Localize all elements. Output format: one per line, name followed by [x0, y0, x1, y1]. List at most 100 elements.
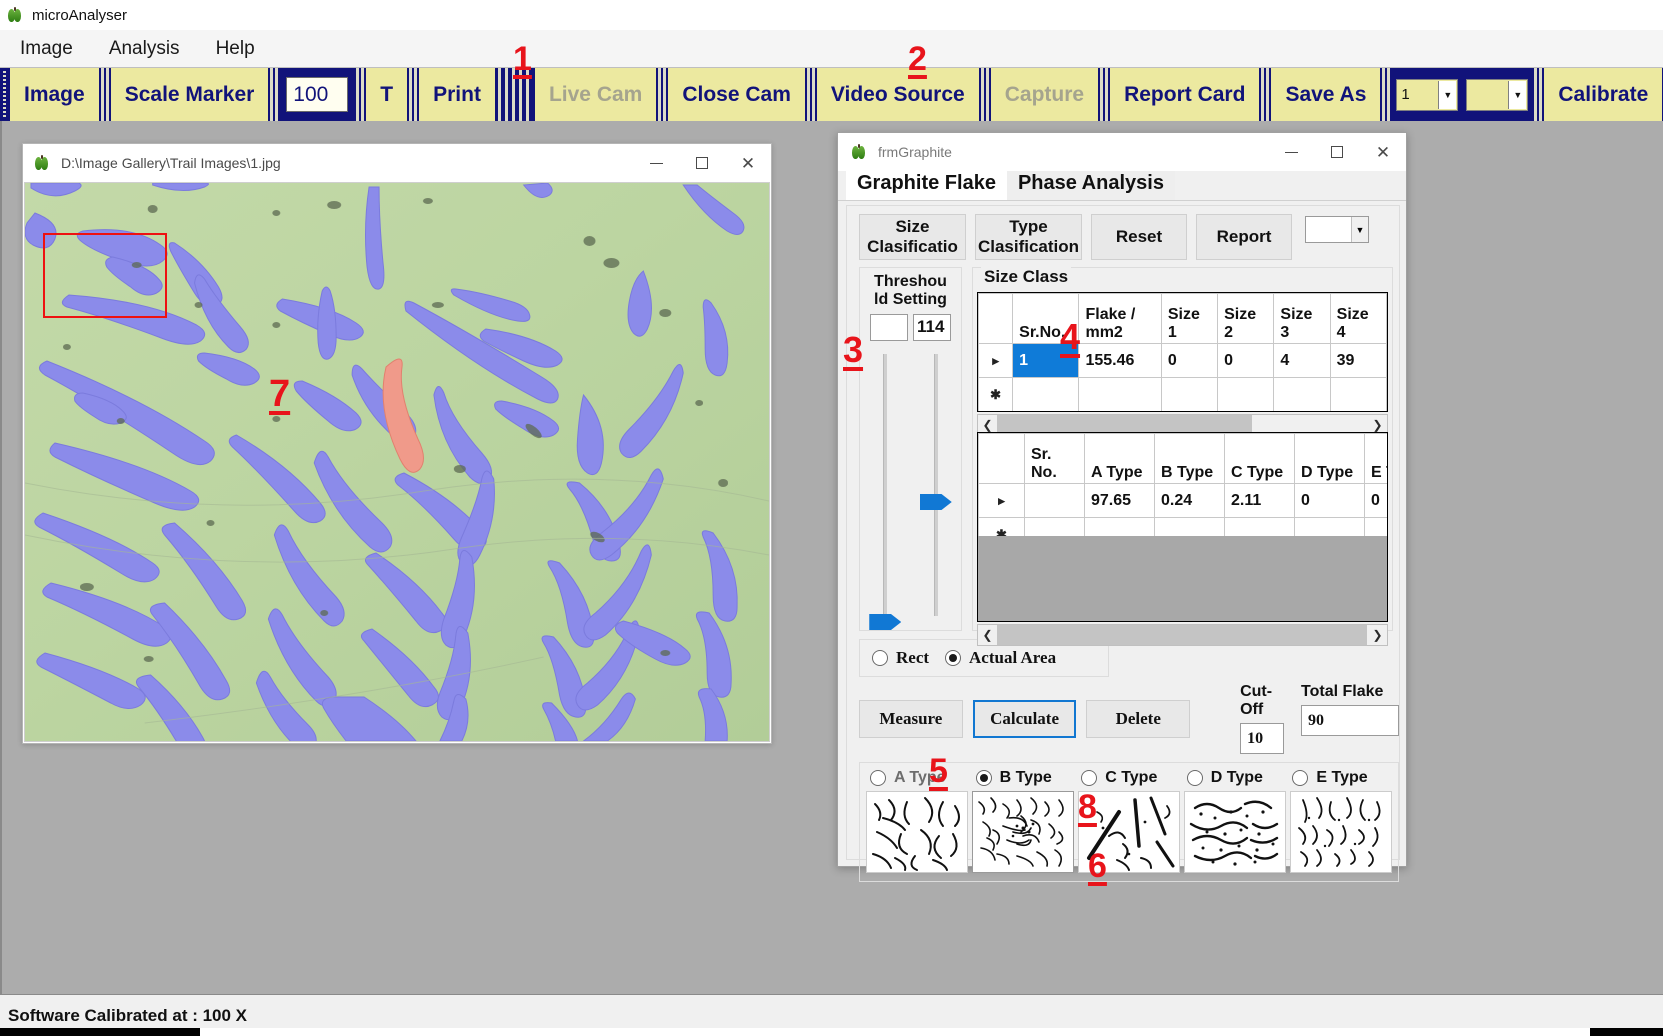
- micrograph-image[interactable]: 7: [25, 183, 769, 741]
- toolbar-video-source-button[interactable]: Video Source: [816, 68, 979, 121]
- delete-button[interactable]: Delete: [1086, 699, 1191, 738]
- minimize-icon[interactable]: [1268, 133, 1314, 171]
- radio-rect[interactable]: Rect: [872, 648, 929, 668]
- tab-graphite-flake[interactable]: Graphite Flake: [846, 168, 1007, 200]
- toolbar-scale-marker-button[interactable]: Scale Marker: [110, 68, 269, 121]
- radio-c-type[interactable]: C Type: [1081, 769, 1187, 787]
- threshold-sliders: [860, 346, 962, 630]
- menu-analysis[interactable]: Analysis: [105, 36, 184, 62]
- slider-thumb-high[interactable]: [919, 494, 952, 510]
- table-row[interactable]: ▸ 1 155.46 0 0 4 39: [978, 343, 1387, 378]
- col-size-3[interactable]: Size 3: [1273, 293, 1331, 344]
- thumbnail-e-type[interactable]: [1290, 791, 1392, 873]
- chevron-down-icon[interactable]: ▼: [1438, 80, 1457, 109]
- type-class-hscrollbar[interactable]: ❮ ❯: [977, 624, 1388, 646]
- col-d-type[interactable]: D Type: [1294, 433, 1365, 484]
- col-flake-mm2[interactable]: Flake / mm2: [1078, 293, 1162, 344]
- annotation-3: 3: [843, 329, 864, 370]
- threshold-low-input[interactable]: [870, 313, 908, 341]
- chevron-down-icon[interactable]: ▼: [1508, 80, 1527, 109]
- menu-help[interactable]: Help: [212, 36, 259, 62]
- toolbar-image-button[interactable]: Image: [10, 68, 99, 121]
- size-classification-button[interactable]: Size Clasificatio: [859, 214, 966, 260]
- scroll-trough[interactable]: [997, 625, 1368, 645]
- toolbar-combo-2[interactable]: ▼: [1466, 78, 1529, 111]
- toolbar-combo-1[interactable]: 1 ▼: [1396, 78, 1459, 111]
- scroll-right-icon[interactable]: ❯: [1368, 625, 1387, 645]
- scale-value-input[interactable]: [286, 77, 349, 112]
- col-b-type[interactable]: B Type: [1154, 433, 1225, 484]
- toolbar-t-button[interactable]: T: [366, 68, 408, 121]
- cut-off-input[interactable]: [1240, 723, 1285, 754]
- col-a-type[interactable]: A Type: [1084, 433, 1155, 484]
- cell-flake-mm2[interactable]: 155.46: [1078, 343, 1162, 378]
- col-size-1[interactable]: Size 1: [1160, 293, 1219, 344]
- col-e-type[interactable]: E Ty: [1364, 433, 1387, 484]
- maximize-icon[interactable]: [679, 144, 725, 182]
- cell-sr-no[interactable]: [1024, 483, 1085, 518]
- type-classification-button[interactable]: Type Clasification: [975, 214, 1082, 260]
- cell-b-type[interactable]: 0.24: [1154, 483, 1225, 518]
- measure-button[interactable]: Measure: [859, 699, 963, 738]
- cell-a-type[interactable]: 97.65: [1084, 483, 1155, 518]
- cell-e-type[interactable]: 0: [1364, 483, 1387, 518]
- table-row[interactable]: ▸ 97.65 0.24 2.11 0 0: [978, 483, 1387, 518]
- close-icon[interactable]: ✕: [1360, 133, 1406, 171]
- scroll-left-icon[interactable]: ❮: [978, 625, 997, 645]
- toolbar-close-cam-button[interactable]: Close Cam: [668, 68, 805, 121]
- new-cell[interactable]: [1273, 377, 1331, 411]
- threshold-slider-high[interactable]: [911, 346, 962, 624]
- annotation-4: 4: [1060, 316, 1081, 357]
- calculate-button[interactable]: Calculate: [972, 699, 1077, 738]
- new-cell[interactable]: [1160, 377, 1219, 411]
- selection-rectangle[interactable]: [43, 233, 167, 318]
- thumbnail-d-type[interactable]: [1184, 791, 1286, 873]
- menu-image[interactable]: Image: [16, 36, 77, 62]
- threshold-slider-low[interactable]: [860, 346, 911, 630]
- col-size-4[interactable]: Size 4: [1329, 293, 1387, 344]
- thumbnail-a-type[interactable]: [866, 791, 968, 873]
- slider-thumb-low[interactable]: [869, 614, 902, 630]
- toolbar-save-as-button[interactable]: Save As: [1271, 68, 1381, 121]
- new-cell[interactable]: [1012, 377, 1080, 411]
- toolbar-print-button[interactable]: Print: [419, 68, 495, 121]
- table-new-row[interactable]: ✱: [978, 377, 1387, 411]
- radio-a-type[interactable]: A Type: [870, 769, 976, 787]
- col-size-2[interactable]: Size 2: [1217, 293, 1275, 344]
- cell-size-1[interactable]: 0: [1160, 343, 1219, 378]
- scroll-thumb[interactable]: [997, 625, 1367, 645]
- size-class-grid[interactable]: Sr.No. Flake / mm2 Size 1 Size 2 Size 3 Siz…: [977, 292, 1388, 412]
- maximize-icon[interactable]: [1314, 133, 1360, 171]
- toolbar-separator: [407, 68, 420, 121]
- total-flake-input[interactable]: [1301, 705, 1400, 736]
- toolbar-live-cam-button[interactable]: Live Cam: [534, 68, 657, 121]
- cell-size-4[interactable]: 39: [1329, 343, 1387, 378]
- radio-b-type[interactable]: B Type: [975, 769, 1082, 787]
- new-cell[interactable]: [1329, 377, 1387, 411]
- cell-size-2[interactable]: 0: [1217, 343, 1275, 378]
- toolbar-calibrate-button[interactable]: Calibrate: [1544, 68, 1663, 121]
- cell-size-3[interactable]: 4: [1273, 343, 1331, 378]
- chevron-down-icon[interactable]: ▼: [1351, 217, 1368, 242]
- new-cell[interactable]: [1217, 377, 1275, 411]
- cell-d-type[interactable]: 0: [1294, 483, 1365, 518]
- graphite-top-combo[interactable]: ▼: [1305, 216, 1369, 243]
- report-button[interactable]: Report: [1196, 214, 1292, 260]
- toolbar-grip[interactable]: [0, 68, 10, 121]
- radio-d-type[interactable]: D Type: [1186, 769, 1293, 787]
- toolbar-report-card-button[interactable]: Report Card: [1110, 68, 1260, 121]
- thumbnail-b-type[interactable]: [972, 791, 1074, 873]
- new-cell[interactable]: [1078, 377, 1162, 411]
- toolbar-capture-button[interactable]: Capture: [990, 68, 1099, 121]
- radio-actual-area[interactable]: Actual Area: [945, 648, 1056, 668]
- col-c-type[interactable]: C Type: [1224, 433, 1295, 484]
- cell-c-type[interactable]: 2.11: [1224, 483, 1295, 518]
- toolbar-separator: [268, 68, 281, 121]
- tab-phase-analysis[interactable]: Phase Analysis: [1006, 168, 1175, 200]
- threshold-high-input[interactable]: [913, 313, 951, 341]
- close-icon[interactable]: ✕: [725, 144, 771, 182]
- radio-e-type[interactable]: E Type: [1292, 769, 1398, 787]
- minimize-icon[interactable]: [633, 144, 679, 182]
- col-sr-no[interactable]: Sr. No.: [1024, 433, 1085, 484]
- reset-button[interactable]: Reset: [1091, 214, 1187, 260]
